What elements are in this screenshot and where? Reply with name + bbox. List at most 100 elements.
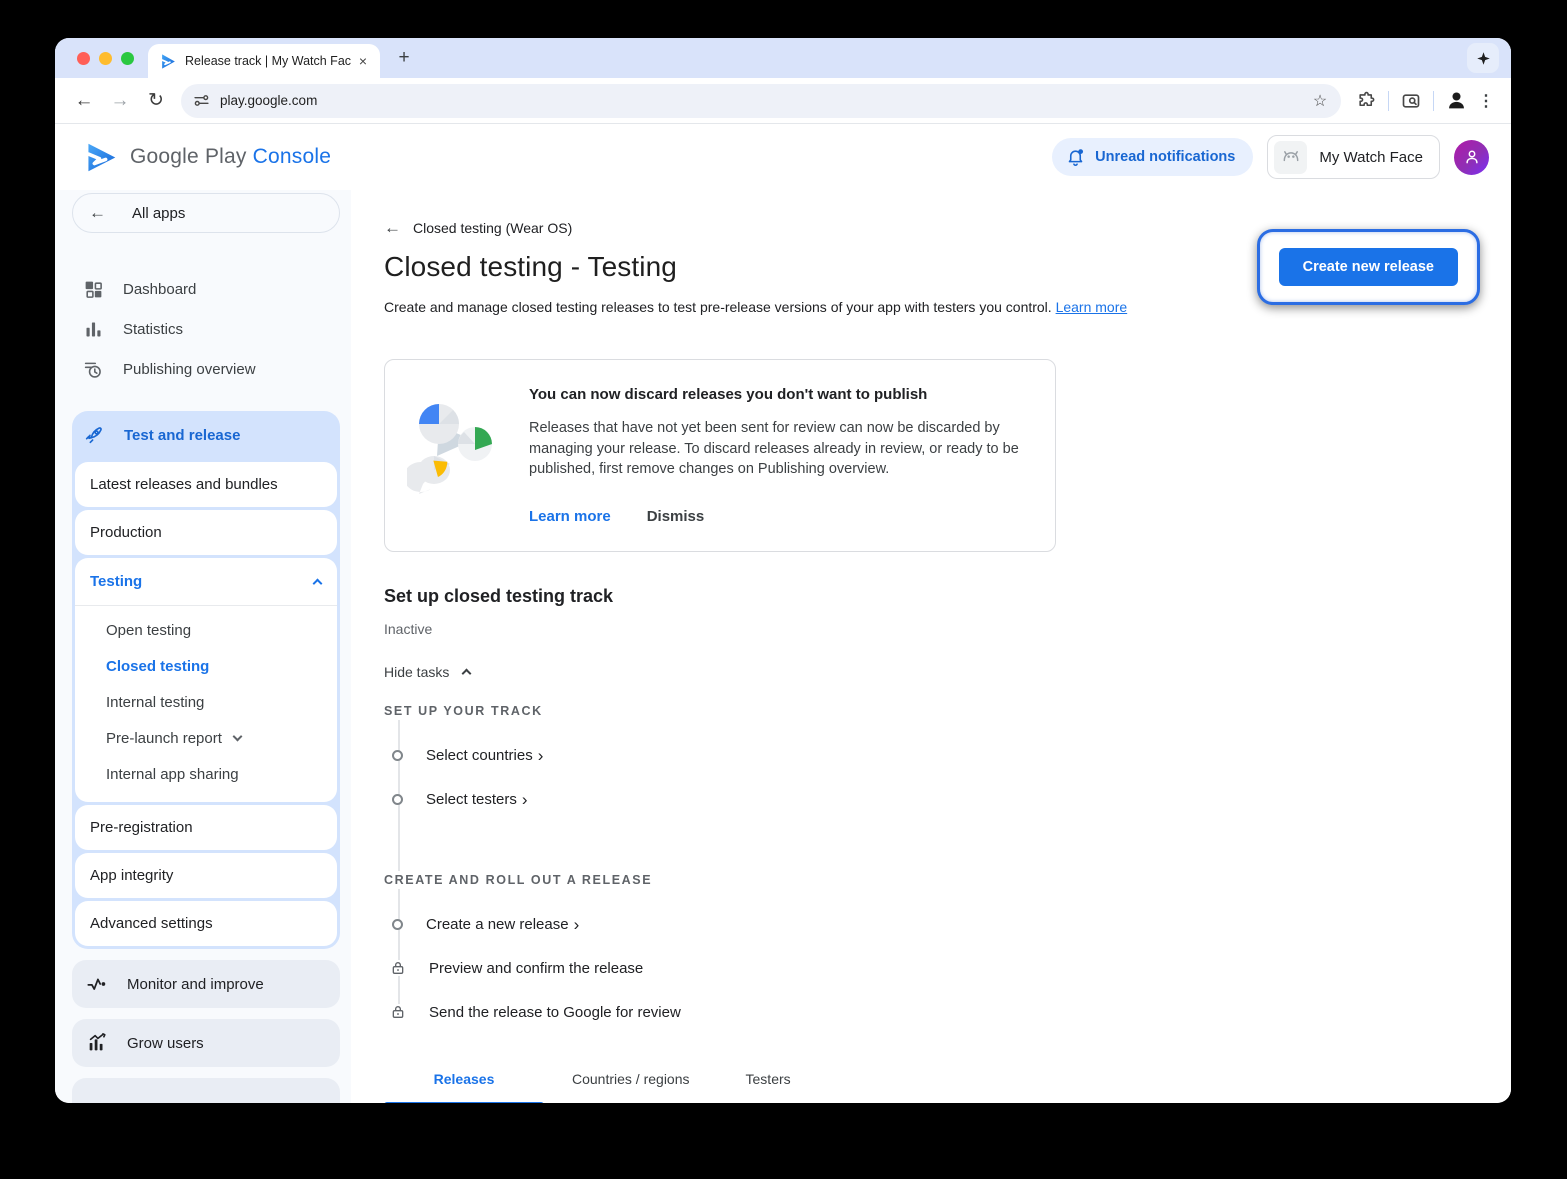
browser-window: Release track | My Watch Fac × + ← → ↻ p… [55, 38, 1511, 1103]
chevron-right-icon: › [574, 916, 580, 933]
search-tabs-icon[interactable] [1396, 86, 1426, 116]
sidebar-item-statistics[interactable]: Statistics [72, 309, 340, 349]
tab-testers[interactable]: Testers [718, 1071, 819, 1103]
person-icon [1463, 148, 1481, 166]
chevron-down-icon [232, 732, 242, 742]
extensions-icon[interactable] [1351, 86, 1381, 116]
minimize-window-button[interactable] [99, 52, 112, 65]
play-console-favicon-icon [160, 53, 177, 70]
site-settings-icon[interactable] [193, 92, 210, 109]
sidebar-item-monitor-and-improve[interactable]: Monitor and improve [72, 960, 340, 1008]
sidebar-item-app-integrity[interactable]: App integrity [75, 853, 337, 898]
fullscreen-window-button[interactable] [121, 52, 134, 65]
browser-menu-icon[interactable]: ⋮ [1471, 86, 1501, 116]
sidebar-item-publishing-overview[interactable]: Publishing overview [72, 349, 340, 389]
new-tab-button[interactable]: + [392, 46, 416, 70]
brand-console: Console [253, 145, 331, 168]
track-tabs: Releases Countries / regions Testers [384, 1071, 1480, 1103]
step-label[interactable]: Select testers [426, 791, 517, 808]
step-label[interactable]: Select countries [426, 747, 533, 764]
app-selector[interactable]: My Watch Face [1267, 135, 1440, 179]
notice-learn-more-button[interactable]: Learn more [529, 508, 611, 525]
sidebar-item-label: Testing [90, 573, 314, 590]
sidebar-item-label: Pre-registration [90, 819, 193, 836]
sidebar-item-grow-users[interactable]: Grow users [72, 1019, 340, 1067]
hide-tasks-toggle[interactable]: Hide tasks [384, 664, 1480, 680]
description-text: Create and manage closed testing release… [384, 299, 1052, 315]
reload-button[interactable]: ↻ [141, 86, 171, 116]
sparkle-pill[interactable] [1467, 43, 1499, 73]
sidebar-item-dashboard[interactable]: Dashboard [72, 269, 340, 309]
close-window-button[interactable] [77, 52, 90, 65]
sidebar-item-label: Open testing [106, 622, 191, 639]
sidebar-item-label: Internal app sharing [106, 766, 239, 783]
create-release-highlight: Create new release [1257, 229, 1480, 305]
step-select-countries[interactable]: Select countries › [384, 747, 1480, 764]
step-circle-icon [392, 919, 403, 930]
sidebar-item-label: Pre-launch report [106, 730, 222, 747]
sidebar-item-internal-app-sharing[interactable]: Internal app sharing [75, 756, 337, 792]
sidebar-item-test-and-release[interactable]: Test and release [75, 411, 337, 459]
step-label: Send the release to Google for review [429, 1004, 681, 1021]
create-new-release-button[interactable]: Create new release [1279, 248, 1458, 286]
chevron-right-icon: › [522, 791, 528, 808]
address-bar[interactable]: play.google.com ☆ [181, 84, 1341, 118]
step-circle-icon [392, 750, 403, 761]
unread-notifications-button[interactable]: Unread notifications [1052, 138, 1253, 176]
tab-releases[interactable]: Releases [384, 1071, 544, 1103]
rocket-icon [83, 424, 105, 446]
notice-illustration [403, 380, 507, 525]
group-label-create-release: CREATE AND ROLL OUT A RELEASE [384, 871, 666, 889]
lock-icon [390, 960, 406, 976]
step-select-testers[interactable]: Select testers › [384, 791, 1480, 808]
play-console-logo[interactable]: Google Play Console [85, 141, 331, 174]
app-selector-name: My Watch Face [1319, 149, 1423, 166]
sidebar-item-label: Statistics [123, 321, 183, 338]
wear-os-icon [1281, 147, 1301, 167]
chevron-up-icon [313, 579, 323, 589]
chevron-up-icon [462, 669, 472, 679]
sidebar-item-advanced-settings[interactable]: Advanced settings [75, 901, 337, 946]
notice-dismiss-button[interactable]: Dismiss [647, 508, 705, 525]
sidebar-item-label: App integrity [90, 867, 173, 884]
sidebar-item-latest-releases[interactable]: Latest releases and bundles [75, 462, 337, 507]
all-apps-button[interactable]: ← All apps [72, 193, 340, 233]
tab-countries-regions[interactable]: Countries / regions [544, 1071, 718, 1103]
play-console-logo-icon [85, 141, 118, 174]
sidebar-item-testing[interactable]: Testing [75, 558, 337, 606]
sidebar-item-label: Latest releases and bundles [90, 476, 278, 493]
notice-body: Releases that have not yet been sent for… [529, 418, 1025, 480]
play-console-header: Google Play Console Unread notifications [55, 124, 1511, 190]
testing-group-card: Testing Open testing Closed testing Inte… [75, 558, 337, 802]
sidebar-item-partial[interactable] [72, 1078, 340, 1103]
abstract-shapes-icon [407, 394, 503, 494]
bookmark-star-icon[interactable]: ☆ [1307, 88, 1333, 114]
url-text[interactable]: play.google.com [220, 93, 1307, 108]
forward-button[interactable]: → [105, 86, 135, 116]
step-label[interactable]: Create a new release [426, 916, 569, 933]
account-avatar[interactable] [1454, 140, 1489, 175]
browser-tab[interactable]: Release track | My Watch Fac × [148, 44, 380, 78]
sidebar-item-closed-testing[interactable]: Closed testing [75, 648, 337, 684]
breadcrumb-label: Closed testing (Wear OS) [413, 220, 572, 236]
sparkle-icon [1476, 51, 1491, 66]
sidebar-item-label: Internal testing [106, 694, 204, 711]
sidebar-item-label: Production [90, 524, 162, 541]
group-label-setup-track: SET UP YOUR TRACK [384, 702, 557, 720]
step-create-new-release[interactable]: Create a new release › [384, 916, 1480, 933]
sidebar-item-internal-testing[interactable]: Internal testing [75, 684, 337, 720]
sidebar-item-open-testing[interactable]: Open testing [75, 612, 337, 648]
discard-releases-notice-card: You can now discard releases you don't w… [384, 359, 1056, 552]
dashboard-icon [83, 279, 104, 300]
learn-more-link[interactable]: Learn more [1056, 299, 1128, 315]
step-circle-icon [392, 794, 403, 805]
sidebar-item-production[interactable]: Production [75, 510, 337, 555]
step-label: Preview and confirm the release [429, 960, 643, 977]
browser-profile-avatar[interactable] [1441, 86, 1471, 116]
sidebar-item-pre-registration[interactable]: Pre-registration [75, 805, 337, 850]
growth-chart-icon [86, 1032, 108, 1054]
toolbar-divider [1433, 91, 1434, 111]
tab-close-icon[interactable]: × [354, 52, 372, 70]
back-button[interactable]: ← [69, 86, 99, 116]
sidebar-item-pre-launch-report[interactable]: Pre-launch report [75, 720, 337, 756]
